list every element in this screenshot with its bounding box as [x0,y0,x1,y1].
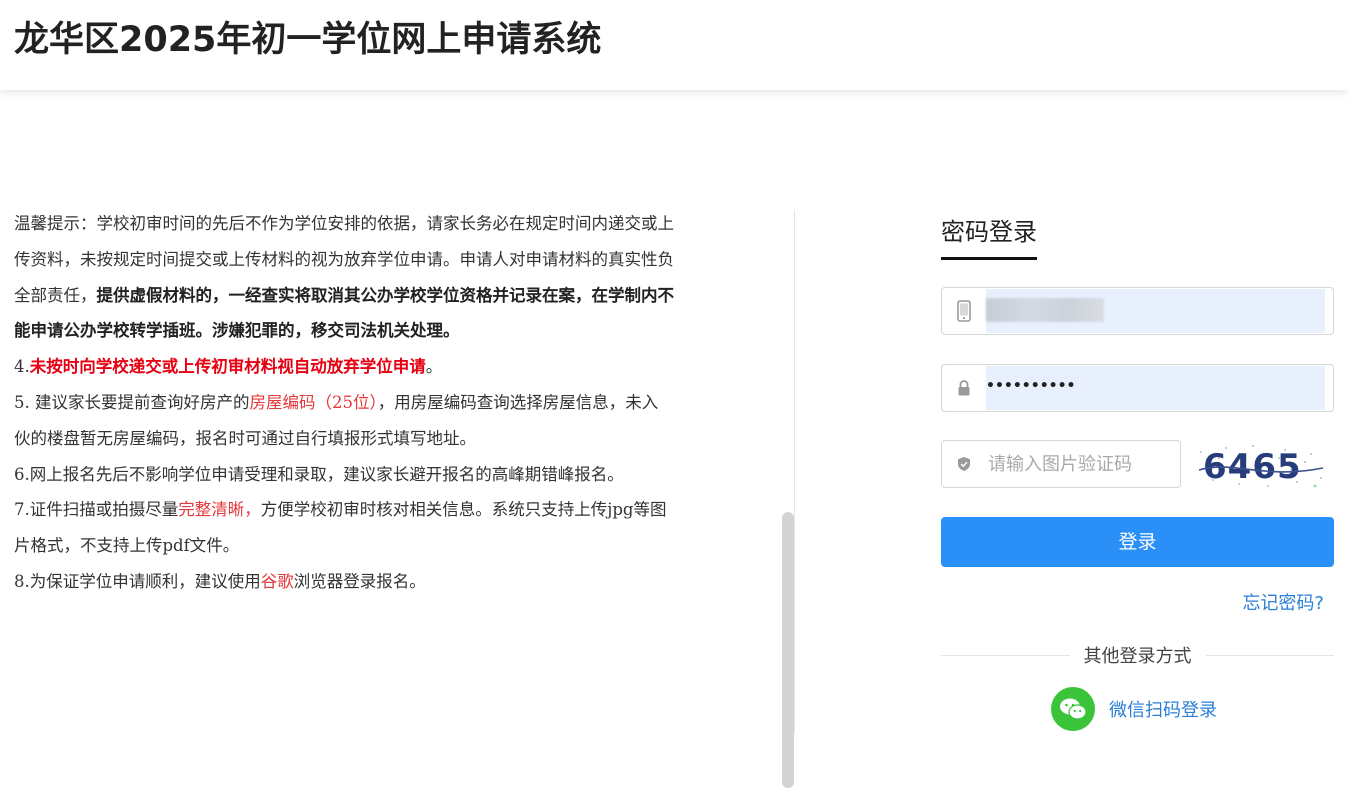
password-field[interactable]: •••••••••• [941,364,1334,412]
notice-text: 浏览器登录报名。 [293,571,426,591]
captcha-field[interactable] [941,440,1181,488]
notice-text: 8.为保证学位申请顺利，建议使用 [14,571,261,591]
notice-text: 5. 建议家长要提前查询好房产的 [14,392,250,412]
notice-paragraph-1: 温馨提示：学校初审时间的先后不作为学位安排的依据，请家长务必在规定时间内递交或上… [14,206,674,349]
notice-red-text: 房屋编码（25位） [249,392,378,412]
login-button[interactable]: 登录 [941,517,1334,567]
divider-line [941,654,1070,656]
other-login-label: 其他登录方式 [1083,646,1192,667]
other-login-methods: 其他登录方式 [941,641,1334,669]
notice-text: 7.证件扫描或拍摄尽量 [14,500,179,520]
wechat-login-button[interactable]: 微信扫码登录 [1051,687,1217,731]
panel-divider [794,210,795,732]
notice-paragraph-8: 8.为保证学位申请顺利，建议使用谷歌浏览器登录报名。 [14,564,674,600]
wechat-login-label: 微信扫码登录 [1109,700,1217,721]
lock-icon [956,377,972,399]
page-title: 龙华区2025年初一学位网上申请系统 [14,20,602,60]
notice-paragraph-6: 6.网上报名先后不影响学位申请受理和录取，建议家长避开报名的高峰期错峰报名。 [14,464,624,484]
phone-field[interactable] [941,287,1334,335]
scrollbar-thumb[interactable] [782,512,794,788]
mobile-phone-icon [956,300,972,322]
notice-paragraph-5: 5. 建议家长要提前查询好房产的房屋编码（25位），用房屋编码查询选择房屋信息，… [14,385,674,457]
notice-red-bold: 未按时向学校递交或上传初审材料视自动放弃学位申请 [29,357,426,377]
notice-number: 4. [14,357,30,377]
notice-text: 。 [425,357,443,377]
notice-red-text: 谷歌 [260,571,294,591]
blurred-phone-value [986,298,1104,322]
notice-red-text: 完整清晰， [178,500,261,520]
password-value: •••••••••• [986,378,1076,394]
captcha-input[interactable] [986,449,1170,479]
notice-paragraph-7: 7.证件扫描或拍摄尽量完整清晰，方便学校初审时核对相关信息。系统只支持上传jpg… [14,492,674,564]
password-input[interactable]: •••••••••• [986,366,1325,410]
shield-icon [956,453,972,475]
notice-bold-text: 提供虚假材料的，一经查实将取消其公办学校学位资格并记录在案，在学制内不能申请公办… [14,285,674,341]
captcha-image[interactable]: 6465 [1193,440,1329,492]
forgot-password-link[interactable]: 忘记密码? [1242,589,1324,615]
phone-input[interactable] [986,289,1325,333]
notice-panel: 温馨提示：学校初审时间的先后不作为学位安排的依据，请家长务必在规定时间内递交或上… [14,206,674,600]
tab-password-login[interactable]: 密码登录 [941,212,1037,260]
page-header: 龙华区2025年初一学位网上申请系统 [0,0,1348,90]
wechat-icon [1051,687,1095,731]
notice-paragraph-4: 4.未按时向学校递交或上传初审材料视自动放弃学位申请。 [14,349,674,385]
divider-line [1205,654,1334,656]
